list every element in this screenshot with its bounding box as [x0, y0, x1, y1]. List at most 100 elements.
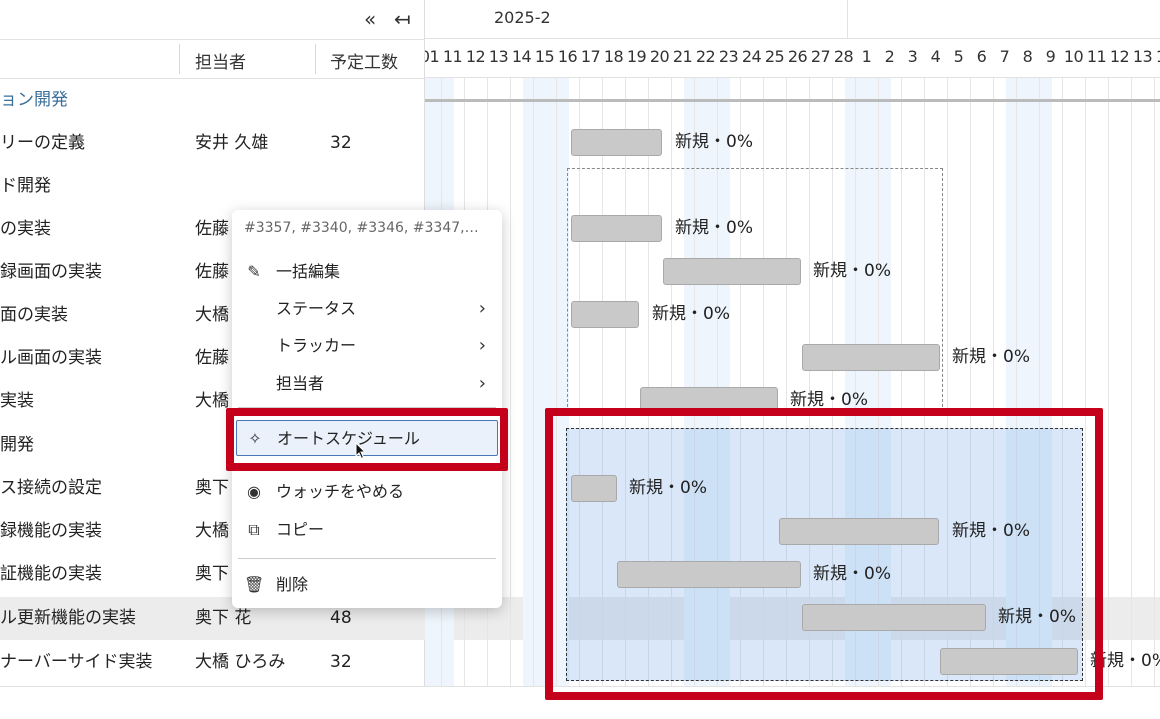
- task-subject-link[interactable]: ョン開発: [0, 79, 68, 122]
- day-label: 14: [511, 47, 532, 66]
- task-bar-label: 新規・0%: [675, 132, 753, 152]
- day-label: 13: [488, 47, 509, 66]
- task-subject: ル更新機能の実装: [0, 608, 136, 628]
- task-bar[interactable]: [571, 301, 639, 328]
- task-bar-label: 新規・0%: [675, 218, 753, 238]
- day-label: 10: [1063, 47, 1084, 66]
- column-header-estimate[interactable]: 予定工数: [330, 48, 398, 73]
- task-assignee: 大橋: [195, 305, 229, 325]
- day-label: 9: [1045, 47, 1056, 66]
- column-header-assignee[interactable]: 担当者: [195, 48, 246, 73]
- menu-item-bulk-edit[interactable]: ✎ 一括編集: [236, 254, 498, 290]
- day-label: 4: [930, 47, 941, 66]
- month-divider: [847, 0, 848, 38]
- column-separator[interactable]: [315, 44, 316, 74]
- day-label: 12: [1109, 47, 1130, 66]
- grid-line: [1154, 78, 1155, 686]
- task-subject: 録画面の実装: [0, 262, 102, 282]
- task-subject: 面の実装: [0, 305, 68, 325]
- day-label: 17: [580, 47, 601, 66]
- task-subject: 開発: [0, 435, 34, 455]
- parent-task-outline: [567, 168, 943, 412]
- menu-item-unwatch[interactable]: ◉ ウォッチをやめる: [236, 474, 498, 510]
- day-label: 28: [833, 47, 854, 66]
- task-assignee: 佐藤: [195, 219, 229, 239]
- task-subject: の実装: [0, 219, 51, 239]
- task-row[interactable]: リーの定義 安井 久雄 32: [0, 122, 424, 165]
- context-menu-header: #3357, #3340, #3346, #3347,…: [244, 220, 479, 236]
- task-assignee: 奥下: [195, 478, 229, 498]
- eye-icon: ◉: [247, 482, 261, 501]
- day-label: 18: [603, 47, 624, 66]
- task-bar-label: 新規・0%: [813, 261, 891, 281]
- task-bar[interactable]: [663, 258, 801, 285]
- grid-line: [1131, 78, 1132, 686]
- highlight-box-menu-item: [226, 408, 508, 471]
- task-subject: ル画面の実装: [0, 348, 102, 368]
- day-label: 23: [718, 47, 739, 66]
- menu-item-label: ステータス: [276, 299, 357, 318]
- pencil-icon: ✎: [247, 262, 261, 281]
- day-label: 1: [861, 47, 872, 66]
- task-assignee: 佐藤: [195, 348, 229, 368]
- task-row[interactable]: ナーバーサイド実装 大橋 ひろみ 32: [0, 641, 424, 684]
- task-assignee: 大橋 ひろみ: [195, 652, 286, 672]
- day-label: 20: [649, 47, 670, 66]
- menu-item-label: 担当者: [276, 374, 325, 393]
- collapse-all-icon[interactable]: «: [364, 6, 376, 32]
- task-subject: ナーバーサイド実装: [0, 652, 153, 672]
- task-assignee: 奥下: [195, 564, 229, 584]
- menu-separator: [238, 558, 496, 559]
- menu-item-status[interactable]: ステータス ›: [236, 291, 498, 327]
- day-label: 24: [741, 47, 762, 66]
- task-row[interactable]: ョン開発: [0, 79, 424, 122]
- day-label: 22: [695, 47, 716, 66]
- day-label: 8: [1022, 47, 1033, 66]
- chevron-right-icon: ›: [478, 298, 486, 319]
- column-separator[interactable]: [179, 44, 180, 74]
- task-bar[interactable]: [571, 129, 662, 156]
- task-bar-label: 新規・0%: [952, 347, 1030, 367]
- mouse-cursor-icon: [355, 442, 367, 460]
- task-estimate: 32: [330, 133, 352, 153]
- task-assignee: 佐藤: [195, 262, 229, 282]
- grid-line: [533, 78, 534, 686]
- menu-item-copy[interactable]: ⧉ コピー: [236, 512, 498, 548]
- collapse-left-icon[interactable]: ↤: [394, 6, 411, 32]
- task-bar[interactable]: [802, 344, 940, 371]
- day-label: 16: [557, 47, 578, 66]
- gantt-month-header: 2025-2: [425, 0, 1160, 39]
- day-label: 25: [764, 47, 785, 66]
- copy-icon: ⧉: [248, 520, 260, 539]
- task-list-header: 担当者 予定工数: [0, 40, 424, 79]
- task-estimate: 32: [330, 652, 352, 672]
- day-label: 19: [626, 47, 647, 66]
- day-label: 6: [976, 47, 987, 66]
- task-bar[interactable]: [571, 215, 662, 242]
- project-summary-bar: [425, 99, 1160, 102]
- grid-line: [1108, 78, 1109, 686]
- menu-item-tracker[interactable]: トラッカー ›: [236, 328, 498, 364]
- task-subject: 証機能の実装: [0, 564, 102, 584]
- menu-item-label: トラッカー: [276, 336, 357, 355]
- chevron-right-icon: ›: [478, 335, 486, 356]
- menu-item-label: 一括編集: [276, 262, 341, 281]
- trash-icon: 🗑: [244, 575, 265, 594]
- day-label: 12: [465, 47, 486, 66]
- task-list-toolbar: « ↤: [0, 0, 424, 40]
- task-subject: 実装: [0, 391, 34, 411]
- menu-item-label: 削除: [276, 575, 309, 594]
- day-label: 13: [1132, 47, 1153, 66]
- grid-line: [510, 78, 511, 686]
- task-row[interactable]: ド開発: [0, 165, 424, 208]
- day-label: 11: [1086, 47, 1107, 66]
- menu-item-assignee[interactable]: 担当者 ›: [236, 366, 498, 402]
- highlight-box-selection: [545, 408, 1103, 700]
- menu-item-delete[interactable]: 🗑 削除: [236, 567, 498, 603]
- chevron-right-icon: ›: [478, 373, 486, 394]
- month-label: 2025-2: [494, 8, 551, 27]
- menu-item-label: ウォッチをやめる: [276, 482, 405, 501]
- menu-item-label: コピー: [276, 520, 325, 539]
- task-subject: 録機能の実装: [0, 521, 102, 541]
- day-label: 26: [787, 47, 808, 66]
